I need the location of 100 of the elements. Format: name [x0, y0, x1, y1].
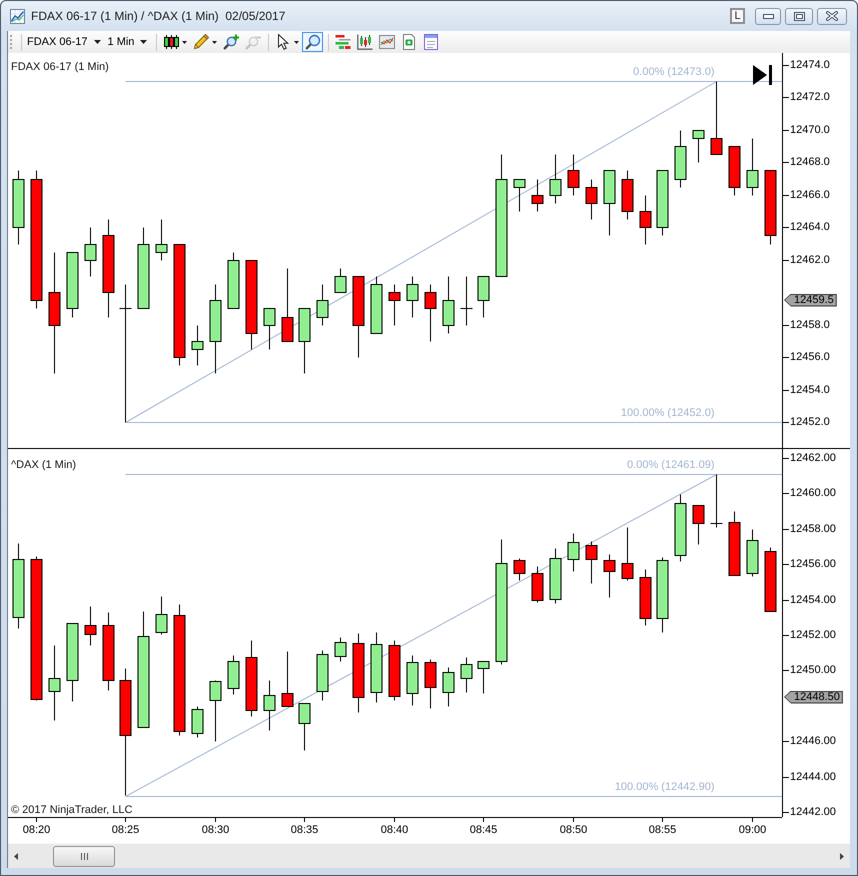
candle [568, 533, 580, 572]
price-label: 12456.00 [790, 557, 836, 572]
candle [298, 703, 310, 751]
price-label: 12444.00 [790, 770, 836, 784]
time-label: 08:25 [110, 824, 140, 837]
candle [746, 529, 758, 577]
candle [334, 637, 346, 662]
fibonacci-level-label: 100.00% (12442.90) [614, 781, 714, 794]
candle [514, 179, 526, 212]
candle [334, 268, 346, 293]
time-label: 08:40 [380, 824, 410, 837]
candlestick-icon [163, 34, 180, 50]
candle [478, 276, 490, 318]
candle [568, 154, 580, 196]
candle [316, 284, 328, 326]
price-label: 12462.00 [790, 451, 836, 466]
price-label: 12472.0 [790, 90, 830, 104]
time-label: 08:30 [200, 824, 230, 837]
magnifier-icon [305, 34, 322, 50]
maximize-icon [794, 12, 804, 20]
line-chart-button[interactable] [376, 32, 398, 52]
candle [192, 706, 204, 738]
price-label: 12452.0 [790, 415, 830, 430]
magnifier-button[interactable] [302, 32, 324, 52]
price-label: 12466.0 [790, 188, 830, 202]
form-icon [423, 34, 440, 50]
skip-to-end-icon[interactable] [753, 65, 773, 85]
price-marker: 12448.50 [784, 690, 843, 704]
candle [550, 548, 562, 604]
price-label: 12464.0 [790, 220, 830, 234]
price-label: 12468.0 [790, 155, 830, 170]
candle [84, 227, 96, 277]
link-button[interactable]: L [730, 8, 745, 24]
candle [622, 170, 634, 220]
candle [370, 632, 382, 703]
copyright-text: © 2017 NinjaTrader, LLC [11, 804, 132, 817]
candle [406, 655, 418, 706]
candle [298, 308, 310, 374]
fibonacci-level-label: 100.00% (12452.0) [620, 407, 714, 420]
candle [228, 252, 240, 309]
price-label: 12456.0 [790, 350, 830, 364]
fibonacci-level-label: 0.00% (12473.0) [633, 66, 714, 79]
scrollbar-thumb[interactable] [53, 846, 115, 866]
minimize-button[interactable] [755, 8, 781, 24]
candle [460, 657, 472, 693]
time-label: 09:00 [738, 824, 768, 837]
candle [604, 170, 616, 236]
candle [442, 667, 454, 707]
grip-icon [80, 852, 88, 860]
fibonacci-level-label: 0.00% (12461.09) [627, 459, 714, 472]
candle [424, 284, 436, 342]
price-label: 12450.00 [790, 663, 836, 678]
candle [264, 308, 276, 350]
price-label: 12460.00 [790, 486, 836, 500]
pencil-icon [193, 34, 210, 50]
time-label: 08:55 [648, 824, 678, 837]
candle [710, 474, 723, 528]
candle [406, 276, 418, 318]
candle [586, 179, 598, 220]
candle [674, 130, 686, 188]
candle [424, 659, 436, 709]
caret-icon [140, 40, 148, 44]
horizontal-scrollbar[interactable] [8, 843, 850, 868]
interval-dropdown[interactable]: 1 Min [106, 32, 150, 52]
candle [692, 130, 704, 163]
candle [532, 179, 544, 212]
price-label: 12442.00 [790, 805, 836, 820]
price-label: 12458.0 [790, 318, 830, 332]
chart-panel-title: FDAX 06-17 (1 Min) [11, 61, 109, 74]
candlestick-chart-button[interactable] [354, 32, 376, 52]
close-button[interactable] [817, 8, 847, 24]
close-icon [826, 11, 838, 21]
chart-icon [10, 8, 25, 24]
candle [622, 527, 634, 581]
candle [728, 146, 740, 196]
candle [586, 541, 598, 584]
candle [388, 640, 400, 701]
candle [156, 596, 168, 635]
left-arrow-icon[interactable] [14, 852, 18, 860]
candle [728, 511, 740, 576]
time-label: 08:35 [290, 824, 320, 837]
price-label: 12452.00 [790, 628, 836, 642]
candlestick-chart-icon [357, 34, 374, 50]
right-arrow-icon[interactable] [840, 852, 844, 860]
candle [210, 680, 222, 742]
line-chart-icon [379, 34, 396, 50]
candle [316, 650, 328, 701]
price-label: 12446.00 [790, 734, 836, 748]
minimize-icon [762, 14, 774, 18]
candle [192, 325, 204, 366]
maximize-button[interactable] [785, 8, 813, 24]
instrument-dropdown[interactable]: FDAX 06-17 [25, 32, 103, 52]
candle [228, 655, 240, 695]
time-label: 08:20 [22, 824, 52, 837]
price-label: 12458.00 [790, 522, 836, 536]
chart-panel-title: ^DAX (1 Min) [11, 459, 76, 472]
price-label: 12474.0 [790, 58, 830, 72]
bar-list-icon [335, 34, 352, 50]
zoom-in-icon [223, 34, 240, 50]
caret-icon [94, 40, 101, 44]
